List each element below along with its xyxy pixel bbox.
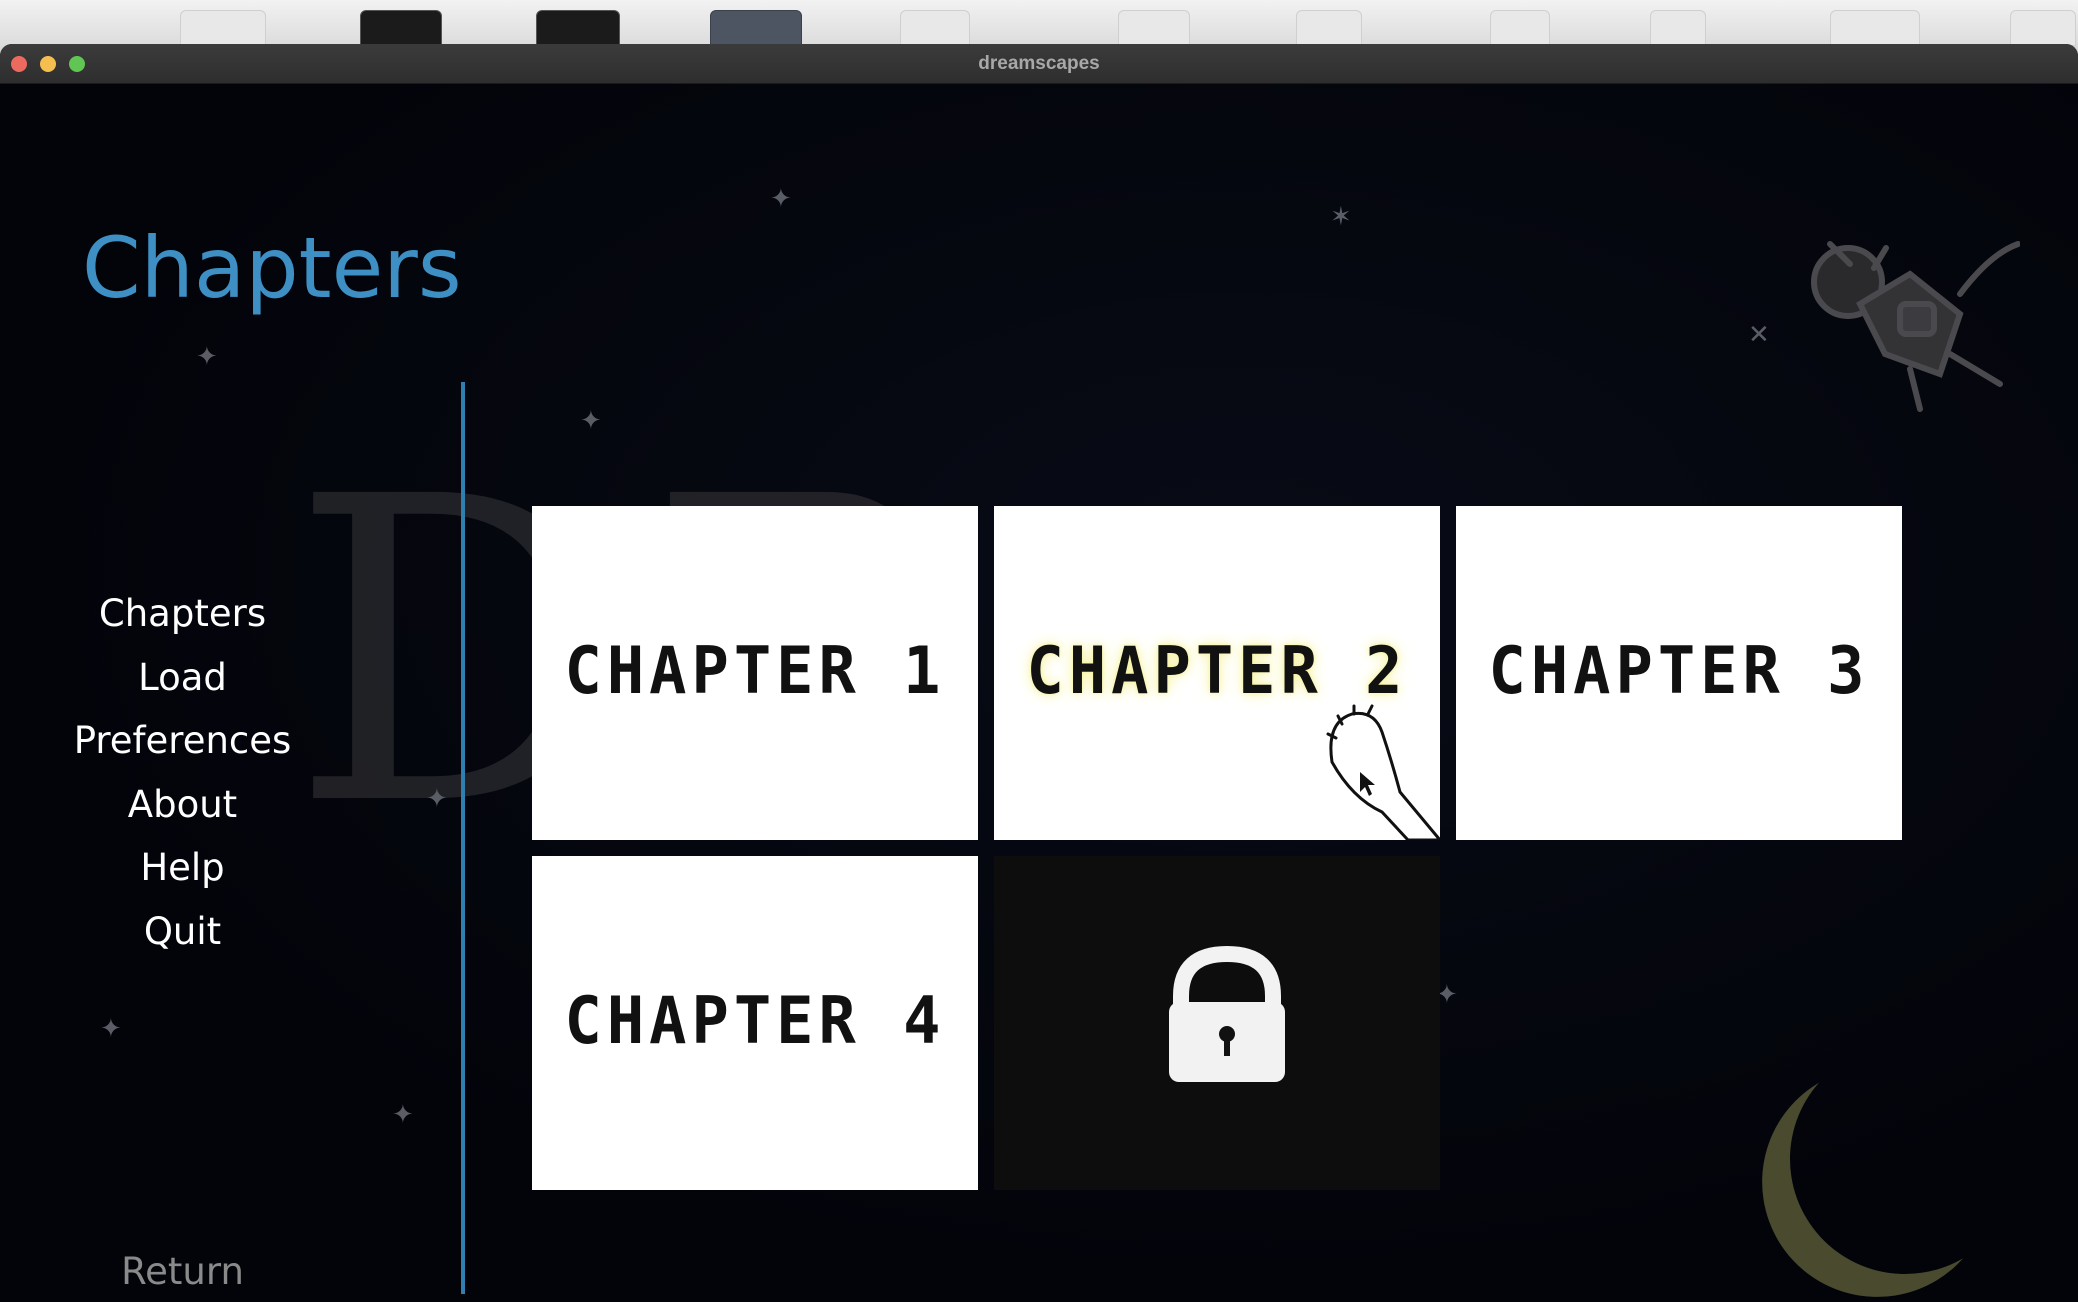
dock-window-thumbnail[interactable] <box>1830 10 1920 46</box>
chapter-label: CHAPTER 2 <box>1026 632 1408 709</box>
main-menu: Chapters Load Preferences About Help Qui… <box>0 582 365 963</box>
window-title: dreamscapes <box>978 53 1100 74</box>
astronaut-cat-icon <box>1811 241 2020 412</box>
app-window: dreamscapes DR ✦ ✶ ✕ ✦ ✦ ✦ ✦ ✦ ✦ Chapter… <box>0 44 2078 1302</box>
star-icon: ✦ <box>426 784 448 814</box>
star-icon: ✦ <box>770 184 792 214</box>
lock-icon <box>1169 946 1285 1082</box>
star-icon: ✶ <box>1330 202 1352 232</box>
dock-window-thumbnail-active[interactable] <box>710 10 802 46</box>
menu-item-help[interactable]: Help <box>0 836 365 900</box>
menu-item-preferences[interactable]: Preferences <box>0 709 365 773</box>
dock-window-thumbnail[interactable] <box>1490 10 1550 46</box>
return-button[interactable]: Return <box>0 1250 365 1293</box>
cat-paw-cursor-icon <box>1326 704 1440 840</box>
menu-item-about[interactable]: About <box>0 773 365 837</box>
dock-window-thumbnail[interactable] <box>1296 10 1362 46</box>
game-screen: DR ✦ ✶ ✕ ✦ ✦ ✦ ✦ ✦ ✦ Chapters Chapters L… <box>0 84 2078 1302</box>
chapter-card-1[interactable]: CHAPTER 1 <box>532 506 978 840</box>
moon-icon <box>1758 1012 2053 1302</box>
dock-window-thumbnail[interactable] <box>536 10 620 46</box>
chapter-label: CHAPTER 4 <box>564 982 946 1059</box>
star-icon: ✕ <box>1748 320 1770 350</box>
page-title: Chapters <box>82 219 462 317</box>
chapter-card-locked[interactable] <box>994 856 1440 1190</box>
star-icon: ✦ <box>580 406 602 436</box>
dock-window-thumbnail[interactable] <box>360 10 442 46</box>
menu-item-load[interactable]: Load <box>0 646 365 710</box>
sidebar-divider <box>461 382 465 1294</box>
menu-item-quit[interactable]: Quit <box>0 900 365 964</box>
menu-item-chapters[interactable]: Chapters <box>0 582 365 646</box>
window-titlebar[interactable]: dreamscapes <box>0 44 2078 84</box>
desktop-dock-strip <box>0 0 2078 46</box>
dock-window-thumbnail[interactable] <box>2010 10 2076 46</box>
dock-window-thumbnail[interactable] <box>180 10 266 46</box>
star-icon: ✦ <box>392 1100 414 1130</box>
chapter-card-2[interactable]: CHAPTER 2 <box>994 506 1440 840</box>
chapter-label: CHAPTER 1 <box>564 632 946 709</box>
star-icon: ✦ <box>100 1014 122 1044</box>
star-icon: ✦ <box>196 342 218 372</box>
dock-window-thumbnail[interactable] <box>900 10 970 46</box>
dock-window-thumbnail[interactable] <box>1118 10 1190 46</box>
chapter-label: CHAPTER 3 <box>1488 632 1870 709</box>
dock-window-thumbnail[interactable] <box>1650 10 1706 46</box>
chapter-card-3[interactable]: CHAPTER 3 <box>1456 506 1902 840</box>
chapter-card-4[interactable]: CHAPTER 4 <box>532 856 978 1190</box>
